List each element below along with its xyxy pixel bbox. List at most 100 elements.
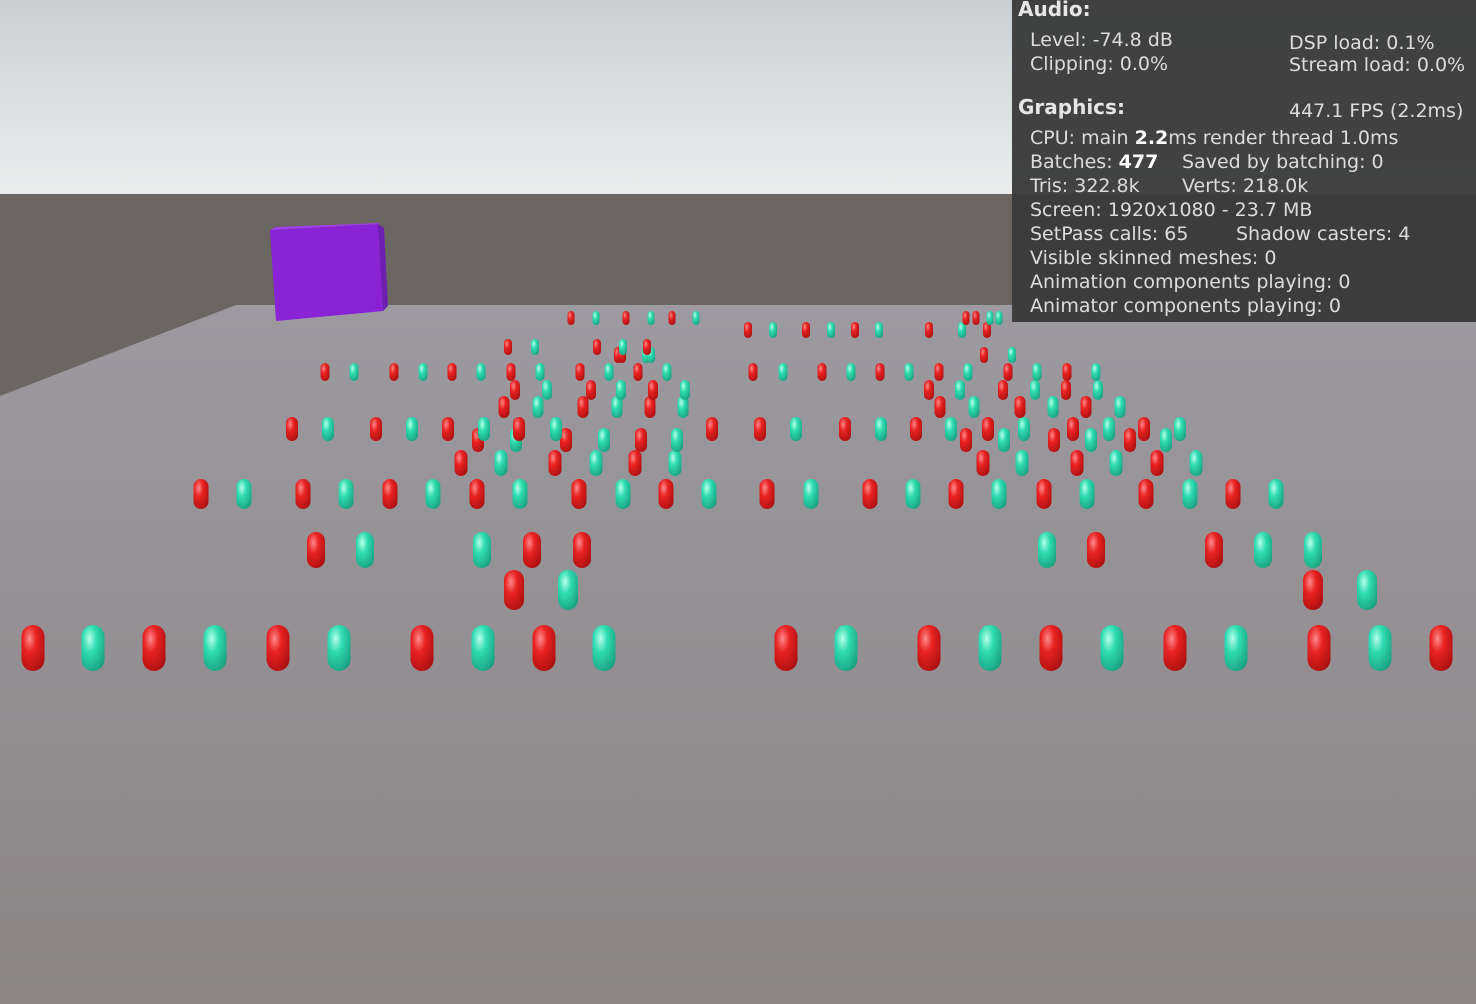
cpu-suffix: ms render thread 1.0ms	[1168, 127, 1399, 149]
red-capsule	[976, 450, 990, 476]
red-capsule	[577, 396, 589, 418]
red-capsule	[389, 363, 399, 381]
teal-capsule	[1085, 428, 1097, 452]
teal-capsule	[327, 625, 351, 671]
red-capsule	[1087, 532, 1105, 568]
red-capsule	[454, 450, 468, 476]
animation-components: Animation components playing: 0	[1030, 271, 1351, 293]
teal-capsule	[769, 322, 777, 338]
teal-capsule	[81, 625, 105, 671]
red-capsule	[1307, 625, 1331, 671]
teal-capsule	[991, 479, 1007, 509]
teal-capsule	[1038, 532, 1056, 568]
teal-capsule	[1304, 532, 1322, 568]
red-capsule	[513, 417, 525, 441]
red-capsule	[320, 363, 330, 381]
red-capsule	[142, 625, 166, 671]
tris: Tris: 322.8k	[1030, 175, 1140, 197]
teal-capsule	[1189, 450, 1203, 476]
red-capsule	[925, 322, 933, 338]
red-capsule	[1048, 428, 1060, 452]
teal-capsule	[531, 339, 539, 355]
red-capsule	[748, 363, 758, 381]
red-capsule	[567, 311, 575, 325]
red-capsule	[851, 322, 859, 338]
red-capsule	[839, 417, 851, 441]
red-capsule	[917, 625, 941, 671]
red-capsule	[744, 322, 752, 338]
teal-capsule	[616, 380, 626, 400]
teal-capsule	[834, 625, 858, 671]
teal-capsule	[875, 417, 887, 441]
teal-capsule	[589, 450, 603, 476]
red-capsule	[307, 532, 325, 568]
red-capsule	[506, 363, 516, 381]
teal-capsule	[671, 428, 683, 452]
teal-capsule	[680, 380, 690, 400]
teal-capsule	[968, 396, 980, 418]
teal-capsule	[1008, 347, 1016, 363]
teal-capsule	[471, 625, 495, 671]
teal-capsule	[1091, 363, 1101, 381]
red-capsule	[532, 625, 556, 671]
red-capsule	[972, 311, 980, 325]
red-capsule	[1067, 417, 1079, 441]
red-capsule	[910, 417, 922, 441]
teal-capsule	[558, 570, 578, 610]
teal-capsule	[598, 428, 610, 452]
teal-capsule	[532, 396, 544, 418]
red-capsule	[875, 363, 885, 381]
red-capsule	[706, 417, 718, 441]
red-capsule	[948, 479, 964, 509]
red-capsule	[382, 479, 398, 509]
teal-capsule	[995, 311, 1003, 325]
teal-capsule	[701, 479, 717, 509]
red-capsule	[633, 363, 643, 381]
teal-capsule	[662, 363, 672, 381]
red-capsule	[286, 417, 298, 441]
red-capsule	[295, 479, 311, 509]
dsp-load: DSP load: 0.1%	[1289, 32, 1435, 54]
red-capsule	[410, 625, 434, 671]
red-capsule	[1163, 625, 1187, 671]
red-capsule	[862, 479, 878, 509]
red-capsule	[586, 380, 596, 400]
red-capsule	[1124, 428, 1136, 452]
red-capsule	[1303, 570, 1323, 610]
red-capsule	[643, 339, 651, 355]
red-capsule	[593, 339, 601, 355]
red-capsule	[447, 363, 457, 381]
red-capsule	[573, 532, 591, 568]
audio-clipping: Clipping: 0.0%	[1030, 53, 1169, 75]
red-capsule	[934, 363, 944, 381]
teal-capsule	[592, 311, 600, 325]
red-capsule	[504, 339, 512, 355]
batches-prefix: Batches:	[1030, 151, 1119, 173]
teal-capsule	[978, 625, 1002, 671]
red-capsule	[571, 479, 587, 509]
teal-capsule	[550, 417, 562, 441]
teal-capsule	[1103, 417, 1115, 441]
teal-capsule	[473, 532, 491, 568]
red-capsule	[980, 347, 988, 363]
teal-capsule	[338, 479, 354, 509]
teal-capsule	[1030, 380, 1040, 400]
teal-capsule	[846, 363, 856, 381]
red-capsule	[575, 363, 585, 381]
graphics-header: Graphics:	[1018, 95, 1125, 119]
teal-capsule	[1109, 450, 1123, 476]
teal-capsule	[1368, 625, 1392, 671]
red-capsule	[802, 322, 810, 338]
red-capsule	[754, 417, 766, 441]
red-capsule	[635, 428, 647, 452]
red-capsule	[924, 380, 934, 400]
verts: Verts: 218.0k	[1182, 175, 1309, 197]
red-capsule	[469, 479, 485, 509]
red-capsule	[504, 570, 524, 610]
cpu-prefix: CPU: main	[1030, 127, 1135, 149]
teal-capsule	[619, 339, 627, 355]
teal-capsule	[406, 417, 418, 441]
teal-capsule	[418, 363, 428, 381]
red-capsule	[622, 311, 630, 325]
red-capsule	[548, 450, 562, 476]
